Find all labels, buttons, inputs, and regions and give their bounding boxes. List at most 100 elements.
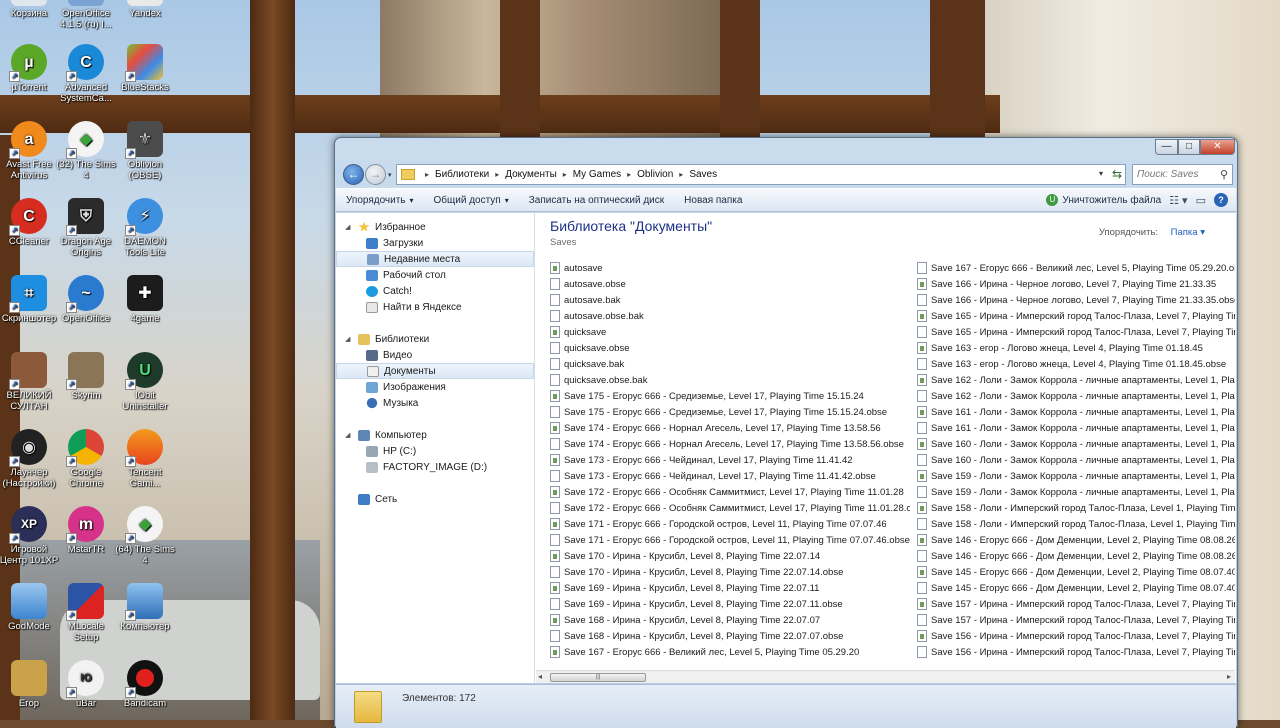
nav-drive-d[interactable]: FACTORY_IMAGE (D:) <box>336 459 534 475</box>
file-item[interactable]: autosave <box>550 260 910 276</box>
desktop-icon-avast[interactable]: a ↗ Avast Free Antivirus <box>0 121 60 181</box>
desktop-icon-openoffice[interactable]: ~ ↗ OpenOffice <box>55 275 117 324</box>
file-item[interactable]: Save 167 - Егорус 666 - Великий лес, Lev… <box>550 644 910 660</box>
file-item[interactable]: Save 160 - Лоли - Замок Коррола - личные… <box>917 452 1235 468</box>
file-item[interactable]: Save 168 - Ирина - Крусибл, Level 8, Pla… <box>550 628 910 644</box>
nav-video[interactable]: Видео <box>336 347 534 363</box>
file-item[interactable]: quicksave <box>550 324 910 340</box>
desktop-icon-google-chrome[interactable]: ↗ Google Chrome <box>55 429 117 489</box>
breadcrumb-my-games[interactable]: My Games <box>573 169 621 180</box>
breadcrumb-separator-icon[interactable]: ▸ <box>627 170 631 179</box>
breadcrumb-libraries[interactable]: Библиотеки <box>435 169 489 180</box>
nav-network[interactable]: Сеть <box>336 491 534 507</box>
file-item[interactable]: Save 158 - Лоли - Имперский город Талос-… <box>917 516 1235 532</box>
nav-catch[interactable]: Catch! <box>336 283 534 299</box>
nav-yandex-search[interactable]: Найти в Яндексе <box>336 299 534 315</box>
file-item[interactable]: Save 172 - Егорус 666 - Особняк Саммитми… <box>550 484 910 500</box>
file-item[interactable]: Save 174 - Егорус 666 - Норнал Агесель, … <box>550 436 910 452</box>
file-item[interactable]: Save 169 - Ирина - Крусибл, Level 8, Pla… <box>550 596 910 612</box>
forward-button[interactable]: → <box>365 164 386 185</box>
file-item[interactable]: Save 159 - Лоли - Замок Коррола - личные… <box>917 468 1235 484</box>
file-item[interactable]: Save 158 - Лоли - Имперский город Талос-… <box>917 500 1235 516</box>
help-icon[interactable]: ? <box>1214 193 1228 207</box>
file-item[interactable]: Save 169 - Ирина - Крусибл, Level 8, Pla… <box>550 580 910 596</box>
file-item[interactable]: Save 156 - Ирина - Имперский город Талос… <box>917 628 1235 644</box>
burn-disc-button[interactable]: Записать на оптический диск <box>519 195 674 206</box>
desktop-icon-4game[interactable]: ✚ 4game <box>114 275 176 324</box>
nav-libraries[interactable]: ◢ Библиотеки <box>336 331 534 347</box>
close-button[interactable]: ✕ <box>1200 139 1235 155</box>
nav-desktop[interactable]: Рабочий стол <box>336 267 534 283</box>
desktop-icon-screenshoter[interactable]: ⌗ ↗ Скриншотер <box>0 275 60 324</box>
desktop-icon-daemon-tools[interactable]: ⚡ ↗ DAEMON Tools Lite <box>114 198 176 258</box>
file-item[interactable]: Save 159 - Лоли - Замок Коррола - личные… <box>917 484 1235 500</box>
desktop-icon-iobit-uninstaller[interactable]: U ↗ IObit Uninstaller <box>114 352 176 412</box>
breadcrumb-separator-icon[interactable]: ▸ <box>495 170 499 179</box>
nav-documents[interactable]: Документы <box>336 363 534 379</box>
file-item[interactable]: Save 174 - Егорус 666 - Норнал Агесель, … <box>550 420 910 436</box>
desktop-icon-101xp[interactable]: XP ↗ Игровой Центр 101XP <box>0 506 60 566</box>
desktop-icon-openoffice-installer[interactable]: OpenOffice 4.1.5 (ru) I... <box>55 0 117 30</box>
breadcrumb-oblivion[interactable]: Oblivion <box>637 169 673 180</box>
nav-images[interactable]: Изображения <box>336 379 534 395</box>
file-item[interactable]: Save 161 - Лоли - Замок Коррола - личные… <box>917 404 1235 420</box>
scroll-left-icon[interactable]: ◂ <box>538 672 542 681</box>
file-item[interactable]: Save 167 - Егорус 666 - Великий лес, Lev… <box>917 260 1235 276</box>
file-item[interactable]: autosave.obse.bak <box>550 308 910 324</box>
file-item[interactable]: quicksave.obse <box>550 340 910 356</box>
desktop-icon-advanced-systemcare[interactable]: C ↗ Advanced SystemCa... <box>55 44 117 104</box>
breadcrumb-saves[interactable]: Saves <box>689 169 717 180</box>
nav-computer[interactable]: ◢ Компьютер <box>336 427 534 443</box>
preview-pane-icon[interactable]: ▭ <box>1196 194 1206 207</box>
file-item[interactable]: Save 161 - Лоли - Замок Коррола - личные… <box>917 420 1235 436</box>
desktop-icon-sims4-64[interactable]: ◆ ↗ (64) The Sims 4 <box>114 506 176 566</box>
file-item[interactable]: Save 171 - Егорус 666 - Городской остров… <box>550 532 910 548</box>
refresh-icon[interactable]: ⇆ <box>1112 167 1122 181</box>
file-item[interactable]: Save 166 - Ирина - Черное логово, Level … <box>917 276 1235 292</box>
file-item[interactable]: Save 145 - Егорус 666 - Дом Деменции, Le… <box>917 580 1235 596</box>
share-button[interactable]: Общий доступ <box>424 195 519 206</box>
nav-recent-places[interactable]: Недавние места <box>336 251 534 267</box>
desktop-icon-mlocale[interactable]: ↗ MLocale Setup <box>55 583 117 643</box>
scroll-right-icon[interactable]: ▸ <box>1227 672 1231 681</box>
desktop-icon-launcher[interactable]: ◉ ↗ Лаунчер (Настройки) <box>0 429 60 489</box>
desktop-icon-bluestacks[interactable]: ↗ BlueStacks <box>114 44 176 93</box>
back-button[interactable]: ← <box>343 164 364 185</box>
desktop-icon-dragon-age[interactable]: ⛨ ↗ Dragon Age Origins <box>55 198 117 258</box>
organize-button[interactable]: Упорядочить <box>336 195 424 206</box>
nav-drive-c[interactable]: HP (C:) <box>336 443 534 459</box>
desktop-icon-ccleaner[interactable]: C ↗ CCleaner <box>0 198 60 247</box>
file-item[interactable]: Save 157 - Ирина - Имперский город Талос… <box>917 612 1235 628</box>
desktop-icon-utorrent[interactable]: µ ↗ µTorrent <box>0 44 60 93</box>
horizontal-scrollbar[interactable]: ◂ ||| ▸ <box>536 670 1235 683</box>
file-item[interactable]: Save 157 - Ирина - Имперский город Талос… <box>917 596 1235 612</box>
file-item[interactable]: Save 163 - егор - Логово жнеца, Level 4,… <box>917 356 1235 372</box>
file-item[interactable]: Save 162 - Лоли - Замок Коррола - личные… <box>917 372 1235 388</box>
desktop-icon-oblivion[interactable]: ⚜ ↗ Oblivion (OBSE) <box>114 121 176 181</box>
breadcrumb-separator-icon[interactable]: ▸ <box>563 170 567 179</box>
file-item[interactable]: Save 162 - Лоли - Замок Коррола - личные… <box>917 388 1235 404</box>
collapse-icon[interactable]: ◢ <box>345 223 350 231</box>
desktop-icon-skyrim[interactable]: ↗ Skyrim <box>55 352 117 401</box>
new-folder-button[interactable]: Новая папка <box>674 195 752 206</box>
scrollbar-thumb[interactable]: ||| <box>550 673 646 682</box>
address-bar[interactable]: ▸ Библиотеки ▸ Документы ▸ My Games ▸ Ob… <box>396 164 1126 185</box>
nav-favorites[interactable]: ◢ Избранное <box>336 219 534 235</box>
breadcrumb-documents[interactable]: Документы <box>505 169 557 180</box>
nav-music[interactable]: Музыка <box>336 395 534 411</box>
file-item[interactable]: quicksave.obse.bak <box>550 372 910 388</box>
collapse-icon[interactable]: ◢ <box>345 335 350 343</box>
file-item[interactable]: Save 175 - Егорус 666 - Средиземье, Leve… <box>550 388 910 404</box>
file-item[interactable]: Save 168 - Ирина - Крусибл, Level 8, Pla… <box>550 612 910 628</box>
file-item[interactable]: Save 156 - Ирина - Имперский город Талос… <box>917 644 1235 660</box>
file-item[interactable]: Save 160 - Лоли - Замок Коррола - личные… <box>917 436 1235 452</box>
file-item[interactable]: Save 171 - Егорус 666 - Городской остров… <box>550 516 910 532</box>
maximize-button[interactable]: □ <box>1178 139 1200 155</box>
desktop-icon-godmode[interactable]: GodMode <box>0 583 60 632</box>
desktop-icon-great-sultan[interactable]: ↗ ВЕЛИКИЙ СУЛТАН <box>0 352 60 412</box>
file-item[interactable]: Save 170 - Ирина - Крусибл, Level 8, Pla… <box>550 548 910 564</box>
file-item[interactable]: Save 165 - Ирина - Имперский город Талос… <box>917 308 1235 324</box>
file-shredder-button[interactable]: U Уничтожитель файла <box>1046 194 1161 206</box>
recent-pages-dropdown[interactable]: ▾ <box>388 171 392 179</box>
file-item[interactable]: autosave.bak <box>550 292 910 308</box>
